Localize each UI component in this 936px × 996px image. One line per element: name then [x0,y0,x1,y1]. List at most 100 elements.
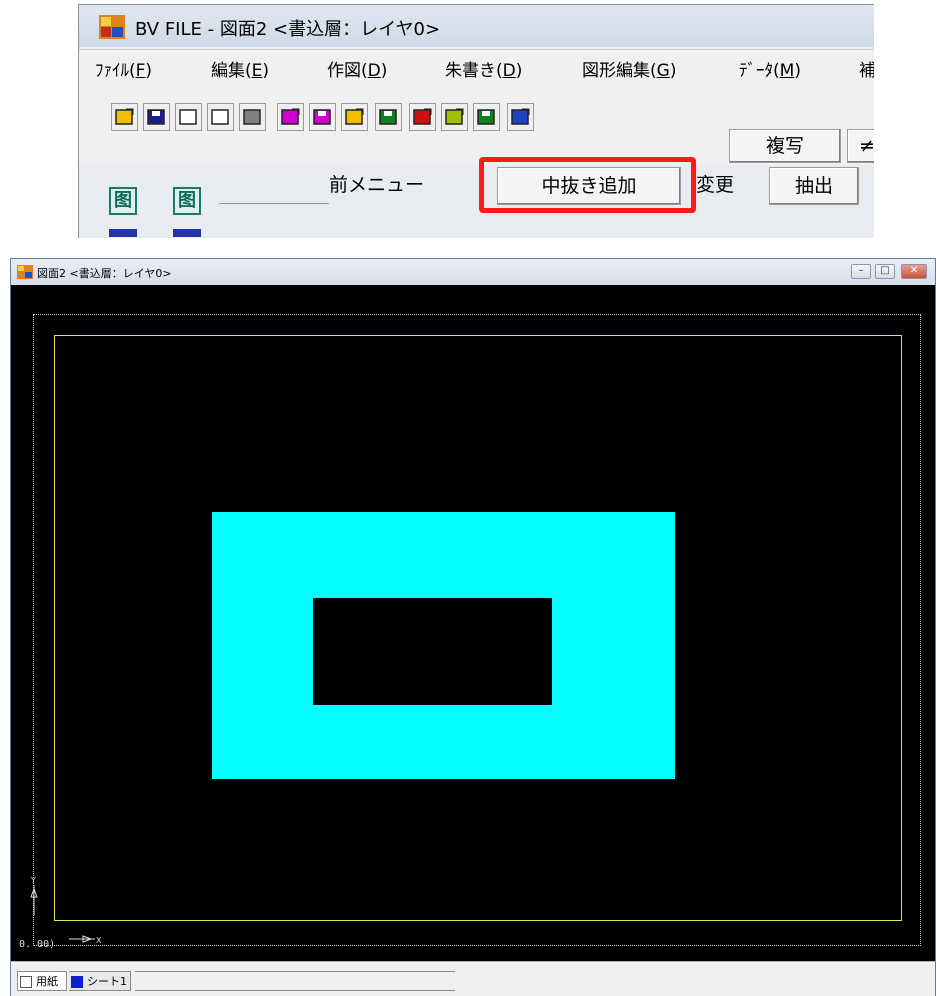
layer-tool-glyph-1: 图 [114,190,132,211]
toolbar-divider [219,203,329,204]
copy-page-button[interactable] [207,103,234,131]
open-yellowgreen-icon [445,108,464,125]
menu-shape-edit-label: 図形編集( [582,61,657,81]
menu-file-label: ﾌｧｲﾙ( [95,61,136,81]
open-red-icon [413,108,432,125]
menu-data[interactable]: ﾃﾞｰﾀ(M) [739,56,801,81]
next-button-partial[interactable]: ≠ [847,129,874,163]
open-red-button[interactable] [409,103,436,131]
svg-text:X: X [96,936,102,945]
next-button-label: ≠ [859,135,874,157]
menu-more[interactable]: 補 [859,56,874,81]
save-green2-button[interactable] [473,103,500,131]
menu-edit[interactable]: 編集(E) [211,56,269,81]
change-button[interactable]: 変更 [696,169,766,203]
menu-file-accel: F [135,61,146,81]
sheet-tab-icon [71,976,83,988]
copy-button[interactable]: 複写 [729,129,841,163]
menu-shape-edit[interactable]: 図形編集(G) [582,56,676,81]
maximize-button[interactable]: □ [875,264,895,279]
app-titlebar: BV FILE - 図面2 <書込層：レイヤ0> [79,5,874,47]
menu-edit-accel: E [251,61,263,81]
tab-sheet1[interactable]: シート1 [69,971,131,991]
menu-data-accel: M [779,61,795,81]
svg-text:Y: Y [30,876,36,885]
open-magenta-icon [281,108,300,125]
open-magenta-button[interactable] [277,103,304,131]
save-icon [147,109,165,125]
close-glyph: ✕ [909,265,919,276]
menu-file[interactable]: ﾌｧｲﾙ(F) [95,56,152,81]
maximize-glyph: □ [880,265,890,276]
bvfile-app-icon [99,15,125,39]
minimize-glyph: – [858,265,864,276]
open-blue-icon [511,108,530,125]
app-window-crop: BV FILE - 図面2 <書込層：レイヤ0> ﾌｧｲﾙ(F) 編集(E) 作… [78,4,874,238]
menu-draw-suffix: ) [380,61,388,81]
menu-draw[interactable]: 作図(D) [327,56,387,81]
open-yellow-icon [345,108,364,125]
menu-redline-suffix: ) [515,61,523,81]
menu-redline-label: 朱書き( [445,61,503,81]
menu-draw-accel: D [367,61,381,81]
open-yellow-button[interactable] [341,103,368,131]
menu-shape-edit-suffix: ) [669,61,677,81]
layer-tool-base-1 [109,229,137,237]
open-folder-button[interactable] [111,103,138,131]
drawing-canvas[interactable]: Y X 0. 00) [11,285,935,961]
drawing-window: 図面2 <書込層：レイヤ0> – □ ✕ Y X 0. 00) 用紙 シート1 [10,258,936,996]
save-green-button[interactable] [375,103,402,131]
menu-draw-label: 作図( [327,61,368,81]
menu-data-suffix: ) [794,61,801,81]
paper-tab-icon [20,976,32,988]
save-green2-icon [477,109,495,125]
menu-file-suffix: ) [145,61,153,81]
app-title: BV FILE - 図面2 <書込層：レイヤ0> [135,19,441,40]
copy-button-label: 複写 [765,135,804,157]
menu-more-label: 補 [859,61,874,81]
extract-button[interactable]: 抽出 [769,167,859,205]
menu-redline[interactable]: 朱書き(D) [445,56,522,81]
drawing-window-titlebar: 図面2 <書込層：レイヤ0> – □ ✕ [11,259,935,285]
tab-paper-label: 用紙 [36,975,58,988]
open-folder-icon [115,108,134,125]
drawing-window-title: 図面2 <書込層：レイヤ0> [37,267,172,280]
menu-data-label: ﾃﾞｰﾀ( [739,61,780,81]
tab-paper[interactable]: 用紙 [17,971,67,991]
prev-menu-button[interactable]: 前メニュー [329,169,489,203]
highlight-box [479,157,696,213]
change-label: 変更 [696,174,735,196]
tab-bar-filler [135,971,455,991]
toolbar: 複写 ≠ [79,85,874,165]
layer-tool-glyph-2: 图 [178,190,196,211]
cutout-hole[interactable] [313,598,552,705]
menu-redline-accel: D [502,61,516,81]
extract-label: 抽出 [794,175,833,197]
save-green-icon [379,109,397,125]
copy-page-icon [211,109,229,125]
save-magenta-button[interactable] [309,103,336,131]
prev-menu-label: 前メニュー [329,174,425,196]
open-yellowgreen-button[interactable] [441,103,468,131]
origin-coordinate-label: 0. 00) [19,939,56,950]
tab-sheet1-label: シート1 [87,975,127,988]
x-axis-icon: X [69,935,102,945]
open-blue-button[interactable] [507,103,534,131]
menu-edit-suffix: ) [262,61,270,81]
drawing-doc-icon [17,265,33,279]
new-page-button[interactable] [175,103,202,131]
print-button[interactable] [239,103,266,131]
menu-bar: ﾌｧｲﾙ(F) 編集(E) 作図(D) 朱書き(D) 図形編集(G) ﾃﾞｰﾀ(… [79,49,874,84]
menu-edit-label: 編集( [211,61,252,81]
print-icon [243,109,261,125]
save-magenta-icon [313,109,331,125]
minimize-button[interactable]: – [851,264,871,279]
y-axis-icon: Y [30,876,38,915]
sheet-tab-bar: 用紙 シート1 [11,961,935,996]
layer-tool-icon-2[interactable]: 图 [173,187,201,215]
new-page-icon [179,109,197,125]
menu-shape-edit-accel: G [656,61,670,81]
close-button[interactable]: ✕ [901,264,927,279]
layer-tool-icon-1[interactable]: 图 [109,187,137,215]
save-button[interactable] [143,103,170,131]
